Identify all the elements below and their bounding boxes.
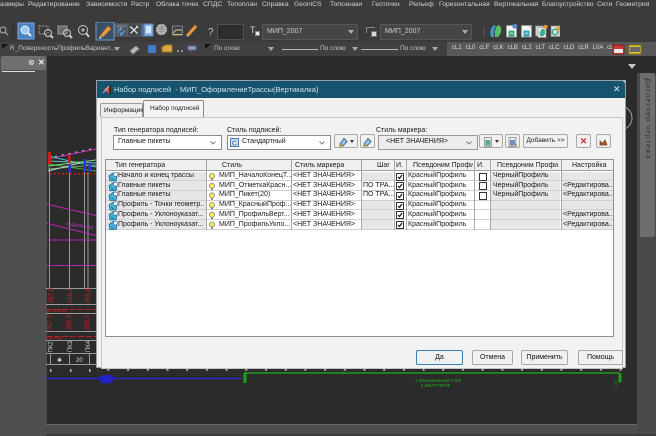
svg-text:пр.ур.воды: пр.ур.воды bbox=[47, 308, 67, 313]
svg-text:C: C bbox=[232, 141, 237, 148]
svg-text:257.0: 257.0 bbox=[49, 287, 55, 303]
svg-text:255.4: 255.4 bbox=[86, 287, 92, 303]
svg-text:ПК2: ПК2 bbox=[49, 341, 55, 353]
svg-text:257.2: 257.2 bbox=[48, 314, 54, 330]
svg-text:1.25: 1.25 bbox=[613, 379, 618, 388]
svg-text:ПК3: ПК3 bbox=[68, 340, 74, 352]
svg-text:256.3: 256.3 bbox=[67, 314, 73, 330]
svg-text:255.2: 255.2 bbox=[85, 314, 91, 330]
svg-text:расст.до: расст.до bbox=[47, 335, 63, 340]
svg-text:20: 20 bbox=[76, 358, 83, 364]
svg-text:256.1: 256.1 bbox=[68, 287, 74, 303]
svg-text:2 ЖБЛТ-ПРОФ: 2 ЖБЛТ-ПРОФ bbox=[421, 383, 450, 388]
svg-text:ПК4: ПК4 bbox=[86, 340, 92, 352]
svg-text:✱: ✱ bbox=[57, 357, 62, 364]
